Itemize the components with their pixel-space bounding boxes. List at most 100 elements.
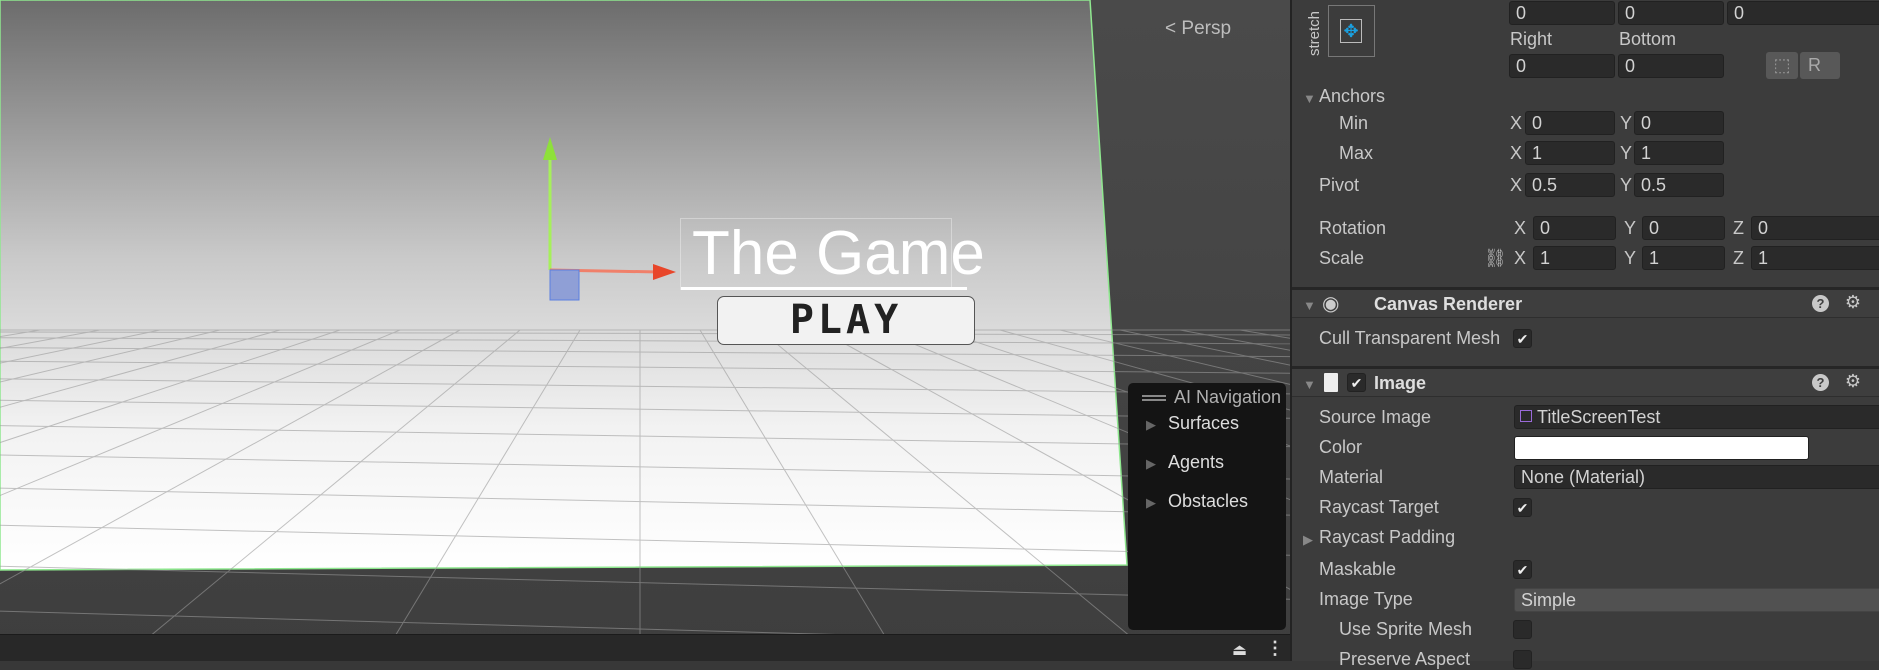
play-button[interactable]: PLAY (717, 296, 975, 345)
ai-nav-agents[interactable]: ▶ Agents (1146, 452, 1224, 473)
settings-icon[interactable]: ⚙ (1845, 292, 1861, 313)
color-swatch[interactable] (1514, 436, 1809, 460)
anchor-presets-button[interactable]: ✥ (1328, 5, 1375, 57)
triangle-right-icon: ▶ (1146, 495, 1156, 510)
pivot-x-field[interactable]: 0.5 (1525, 173, 1615, 197)
rotation-z-field[interactable]: 0 (1751, 216, 1879, 240)
help-icon[interactable]: ? (1812, 374, 1829, 391)
raw-edit-button[interactable]: R (1800, 52, 1840, 79)
source-image-value: TitleScreenTest (1537, 407, 1661, 427)
scene-canvas (0, 0, 1290, 661)
axis-label: Y (1620, 113, 1633, 133)
title-text[interactable]: The Game (692, 218, 985, 290)
maskable-checkbox[interactable]: ✔ (1513, 560, 1532, 579)
pivot-label: Pivot (1319, 175, 1360, 195)
lock-icon[interactable]: ⏏ (1232, 640, 1247, 660)
anchor-min-y-field[interactable]: 0 (1634, 111, 1724, 135)
triangle-right-icon: ▶ (1146, 456, 1156, 471)
triangle-right-icon: ▶ (1146, 417, 1156, 432)
cull-transparent-mesh-label: Cull Transparent Mesh (1319, 328, 1501, 348)
rotation-y-field[interactable]: 0 (1642, 216, 1725, 240)
persp-label: Persp (1181, 18, 1232, 39)
right-field[interactable]: 0 (1509, 54, 1615, 78)
right-label: Right (1510, 29, 1553, 49)
image-enabled-checkbox[interactable]: ✔ (1347, 373, 1366, 392)
chevron-left-icon: < (1165, 18, 1177, 39)
rotation-x-field[interactable]: 0 (1533, 216, 1616, 240)
image-header[interactable]: ▼ ✔ Image ? ⚙ (1292, 366, 1879, 397)
axis-label: Z (1733, 248, 1744, 268)
ai-nav-surfaces[interactable]: ▶ Surfaces (1146, 413, 1239, 434)
ai-nav-obstacles[interactable]: ▶ Obstacles (1146, 491, 1248, 512)
use-sprite-mesh-label: Use Sprite Mesh (1339, 619, 1473, 639)
inspector-panel: stretch ✥ 0 0 0 Right Bottom 0 0 ⬚ R ▼ A… (1290, 0, 1879, 669)
component-title: Image (1374, 373, 1427, 393)
help-icon[interactable]: ? (1812, 295, 1829, 312)
source-image-field[interactable]: TitleScreenTest (1514, 405, 1879, 429)
left-field[interactable]: 0 (1509, 1, 1615, 25)
axis-label: Z (1733, 218, 1744, 238)
raycast-target-label: Raycast Target (1319, 497, 1439, 517)
axis-label: X (1514, 248, 1527, 268)
sprite-icon (1520, 410, 1532, 422)
anchor-max-label: Max (1339, 143, 1374, 163)
preserve-aspect-checkbox[interactable] (1513, 650, 1532, 669)
anchor-max-x-field[interactable]: 1 (1525, 141, 1615, 165)
anchors-label[interactable]: Anchors (1319, 86, 1385, 107)
scene-bottom-bar (0, 634, 1290, 661)
settings-icon[interactable]: ⚙ (1845, 371, 1861, 392)
move-gizmo[interactable] (520, 130, 690, 310)
title-underline (681, 287, 967, 290)
item-label: Agents (1168, 452, 1225, 472)
rotation-label: Rotation (1319, 218, 1387, 238)
canvas-renderer-header[interactable]: ▼ ◉ Canvas Renderer ? ⚙ (1292, 287, 1879, 318)
y-axis-arrow-icon (543, 137, 557, 160)
constrain-proportions-icon[interactable]: ⛓ (1484, 248, 1507, 269)
anchor-min-x-field[interactable]: 0 (1525, 111, 1615, 135)
blueprint-mode-button[interactable]: ⬚ (1766, 52, 1798, 79)
raycast-target-checkbox[interactable]: ✔ (1513, 498, 1532, 517)
scale-z-field[interactable]: 1 (1751, 246, 1879, 270)
xy-plane-handle (549, 269, 580, 301)
triangle-down-icon[interactable]: ▼ (1303, 91, 1316, 106)
item-label: Surfaces (1168, 413, 1240, 433)
axis-label: X (1514, 218, 1527, 238)
posz-field[interactable]: 0 (1727, 1, 1879, 25)
axis-label: X (1510, 175, 1523, 195)
triangle-right-icon[interactable]: ▶ (1303, 532, 1313, 548)
more-menu-icon[interactable]: ⋮ (1266, 638, 1284, 659)
use-sprite-mesh-checkbox[interactable] (1513, 620, 1532, 639)
persp-toggle[interactable]: < Persp (1165, 18, 1231, 40)
axis-label: Y (1624, 218, 1637, 238)
image-type-dropdown[interactable]: Simple (1514, 588, 1879, 612)
anchor-max-y-field[interactable]: 1 (1634, 141, 1724, 165)
file-icon (1324, 373, 1338, 392)
color-label: Color (1319, 437, 1363, 457)
material-field[interactable]: None (Material) (1514, 465, 1879, 489)
component-title: Canvas Renderer (1374, 294, 1523, 314)
ai-navigation-overlay[interactable]: AI Navigation ▶ Surfaces ▶ Agents ▶ Obstacl… (1128, 383, 1286, 630)
pivot-y-field[interactable]: 0.5 (1634, 173, 1724, 197)
axis-label: Y (1624, 248, 1637, 268)
triangle-down-icon[interactable]: ▼ (1303, 298, 1316, 313)
anchor-min-label: Min (1339, 113, 1369, 133)
eye-icon: ◉ (1322, 293, 1340, 315)
bottom-field[interactable]: 0 (1618, 54, 1724, 78)
top-field[interactable]: 0 (1618, 1, 1724, 25)
axis-label: Y (1620, 143, 1633, 163)
raycast-padding-label[interactable]: Raycast Padding (1319, 527, 1455, 548)
cull-transparent-mesh-checkbox[interactable]: ✔ (1513, 329, 1532, 348)
maskable-label: Maskable (1319, 559, 1397, 579)
item-label: Obstacles (1168, 491, 1249, 511)
scale-label: Scale (1319, 248, 1365, 268)
scale-x-field[interactable]: 1 (1533, 246, 1616, 270)
stretch-label: stretch (1306, 10, 1323, 56)
axis-label: X (1510, 113, 1523, 133)
stretch-anchor-icon: ✥ (1340, 19, 1362, 43)
material-label: Material (1319, 467, 1384, 487)
scene-view[interactable]: < Persp The Game PLAY AI Navigation ▶ Sur… (0, 0, 1290, 661)
triangle-down-icon[interactable]: ▼ (1303, 377, 1316, 392)
axis-label: X (1510, 143, 1523, 163)
drag-handle-icon[interactable] (1142, 395, 1166, 402)
scale-y-field[interactable]: 1 (1642, 246, 1725, 270)
